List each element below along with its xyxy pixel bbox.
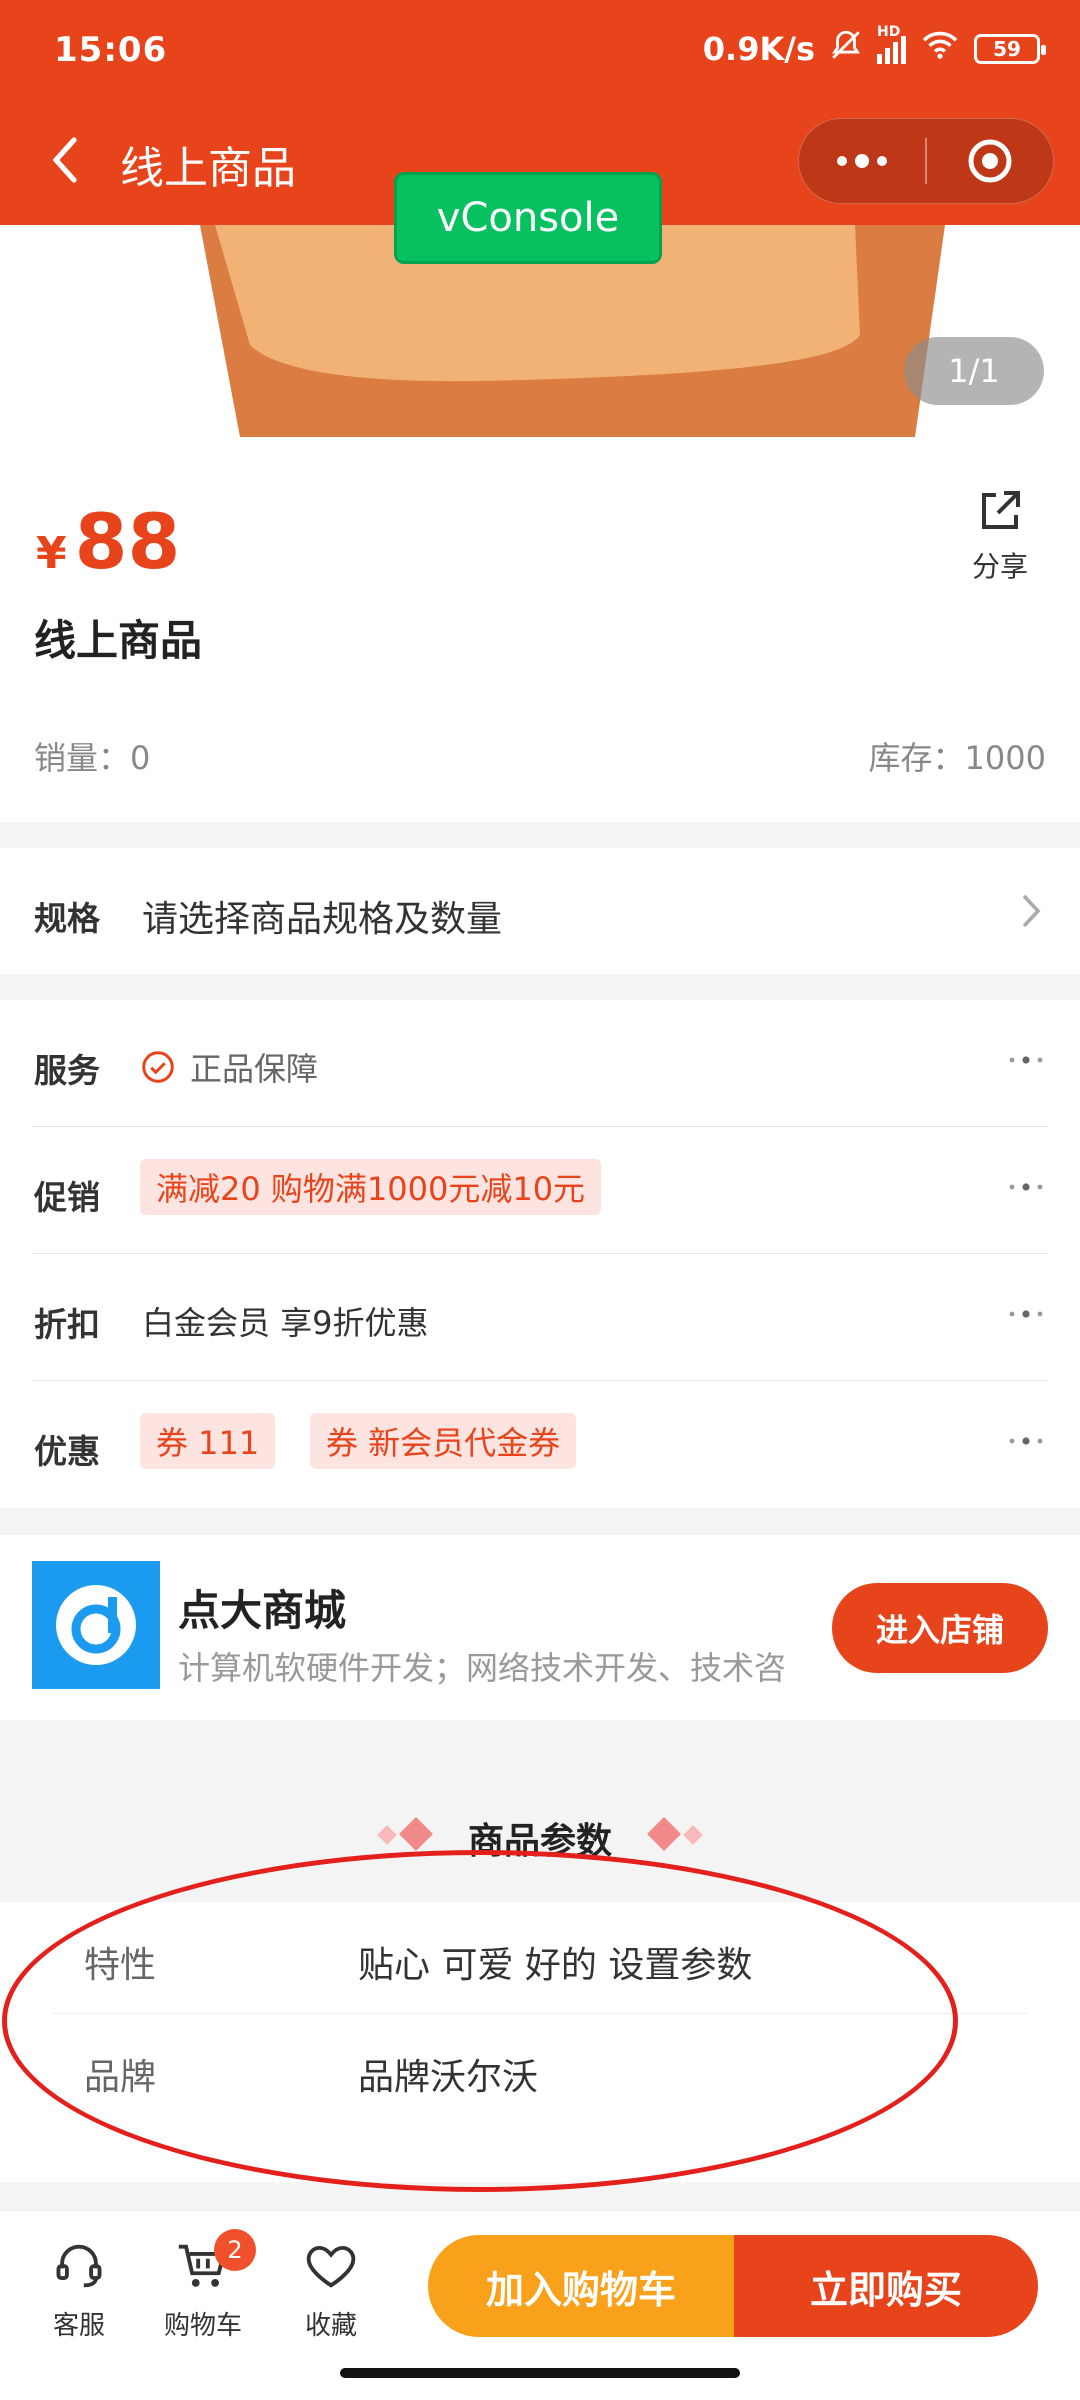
target-close-icon [968,139,1012,183]
mute-bell-icon [829,28,863,70]
spec-selector[interactable]: 规格 请选择商品规格及数量 [0,848,1080,974]
params-title: 商品参数 [467,1821,612,1862]
discount-key: 折扣 [34,1305,100,1344]
mini-program-capsule [798,118,1054,204]
chevron-right-icon [1022,894,1041,928]
shop-logo-icon [56,1585,136,1665]
share-icon [982,491,1020,529]
service-row[interactable]: 服务 正品保障 [0,1000,1080,1127]
close-program-button[interactable] [927,119,1053,203]
discount-value: 白金会员 享9折优惠 [142,1304,429,1342]
shop-name: 点大商城 [178,1586,347,1635]
page-title: 线上商品 [120,143,296,194]
param-key: 品牌 [84,2057,157,2098]
more-dots-icon [1009,1310,1043,1318]
more-dots-icon [1009,1183,1043,1191]
battery-icon: 59 [974,34,1046,64]
shop-card: 点大商城 计算机软硬件开发；网络技术开发、技术咨 进入店铺 [0,1535,1080,1720]
params-header: 商品参数 [0,1720,1080,1902]
coupon-row[interactable]: 优惠 券 111 券 新会员代金券 [0,1381,1080,1508]
param-value: 品牌沃尔沃 [358,2057,539,2098]
share-button[interactable]: 分享 [960,487,1040,585]
product-info: ¥ 88 分享 线上商品 销量：0 库存：1000 [0,437,1080,822]
promotion-key: 促销 [34,1178,100,1217]
buy-now-button[interactable]: 立即购买 [734,2235,1038,2337]
coupon-tag: 券 111 [140,1413,276,1469]
wifi-icon [920,29,960,69]
spec-value: 请选择商品规格及数量 [142,899,503,940]
chevron-left-icon [52,137,77,183]
more-dots-icon [1009,1056,1043,1064]
sales-count: 销量：0 [34,739,151,777]
add-to-cart-button[interactable]: 加入购物车 [428,2235,734,2337]
battery-level: 59 [993,37,1021,61]
cart-button[interactable]: 2 购物车 [148,2229,258,2342]
currency-symbol: ¥ [36,528,67,579]
more-dots-icon [837,154,887,168]
price-value: 88 [74,497,181,586]
back-button[interactable] [40,130,90,190]
more-dots-icon [1009,1437,1043,1445]
param-row: 特性 贴心 可爱 好的 设置参数 [52,1902,1028,2014]
status-icons: 0.9K/s HD 59 [702,24,1046,70]
param-row: 品牌 品牌沃尔沃 [52,2014,1028,2126]
hd-label: HD [877,24,901,40]
cart-label: 购物车 [163,2311,242,2341]
param-key: 特性 [84,1945,157,1986]
signal-icon: HD [877,24,906,64]
vconsole-button[interactable]: vConsole [394,172,662,264]
favorite-label: 收藏 [304,2311,357,2341]
service-key: 服务 [34,1051,100,1090]
promotion-tag: 满减20 购物满1000元减10元 [140,1159,602,1215]
image-page-indicator: 1/1 [904,337,1044,405]
shop-logo [32,1561,160,1689]
price: ¥ 88 [36,497,180,586]
service-section: 服务 正品保障 促销 满减20 购物满1000元减10元 折扣 白金会员 享9折… [0,1000,1080,1508]
spec-key: 规格 [34,899,100,938]
home-indicator[interactable] [340,2368,740,2378]
check-circle-icon [142,1051,174,1083]
shop-description: 计算机软硬件开发；网络技术开发、技术咨 [178,1649,787,1687]
more-button[interactable] [799,119,925,203]
headset-icon [56,2244,102,2288]
favorite-button[interactable]: 收藏 [276,2237,386,2342]
status-time: 15:06 [54,30,168,70]
coupon-tag: 券 新会员代金券 [310,1413,577,1469]
net-speed: 0.9K/s [702,30,815,68]
coupon-key: 优惠 [34,1432,100,1471]
customer-service-label: 客服 [52,2311,105,2341]
cart-badge: 2 [214,2229,256,2271]
product-title: 线上商品 [34,616,203,665]
stock-count: 库存：1000 [868,739,1046,777]
heart-icon [306,2245,356,2288]
promotion-row[interactable]: 促销 满减20 购物满1000元减10元 [0,1127,1080,1254]
param-value: 贴心 可爱 好的 设置参数 [358,1945,753,1986]
customer-service-button[interactable]: 客服 [24,2237,134,2342]
status-bar: 15:06 0.9K/s HD 59 [0,0,1080,100]
enter-shop-button[interactable]: 进入店铺 [832,1583,1048,1673]
discount-row[interactable]: 折扣 白金会员 享9折优惠 [0,1254,1080,1381]
params-table: 特性 贴心 可爱 好的 设置参数 品牌 品牌沃尔沃 [0,1902,1080,2182]
guarantee-label: 正品保障 [190,1050,319,1088]
share-label: 分享 [971,550,1028,583]
guarantee-item: 正品保障 [140,1044,318,1090]
